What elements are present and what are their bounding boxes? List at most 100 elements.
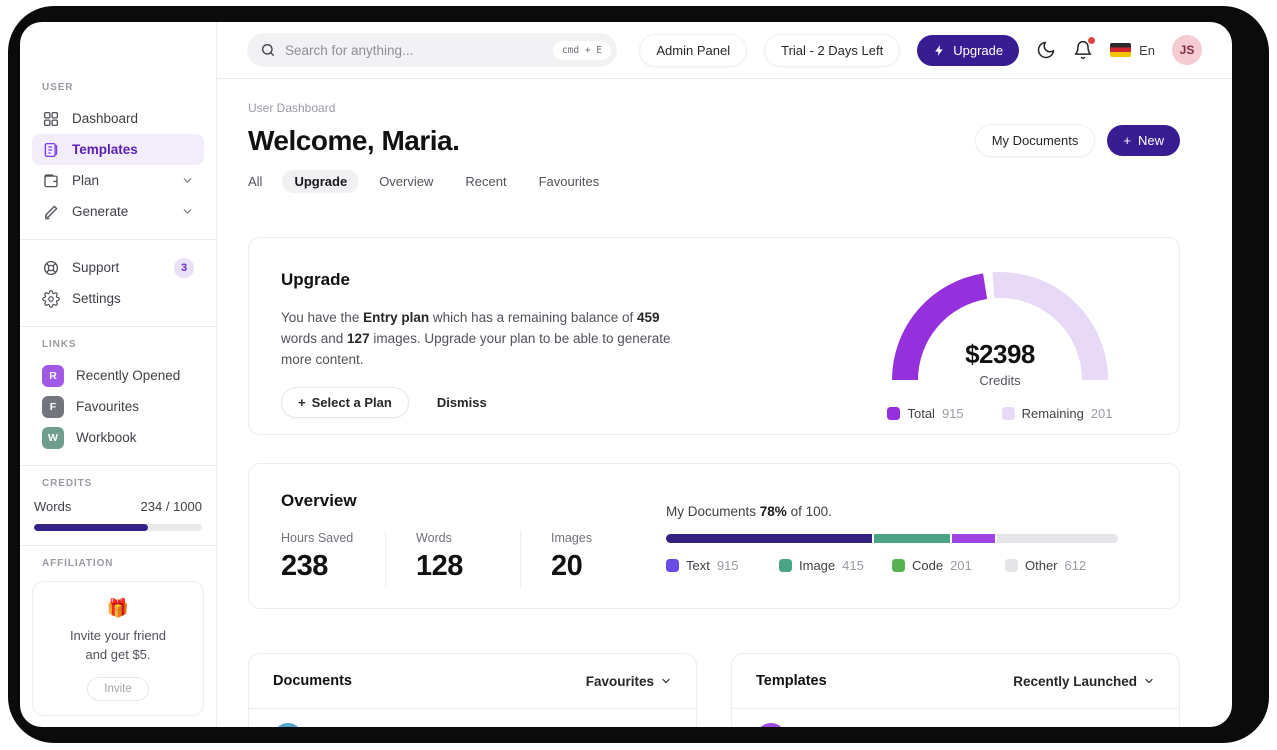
new-button[interactable]: + New	[1107, 125, 1180, 156]
sidebar-item-label: Settings	[72, 291, 121, 306]
search-shortcut-badge: cmd + E	[552, 40, 611, 60]
new-button-label: New	[1137, 133, 1164, 148]
stat-divider	[520, 531, 521, 587]
admin-panel-button[interactable]: Admin Panel	[639, 33, 748, 67]
sidebar-item-settings[interactable]: Settings	[32, 283, 204, 314]
upgrade-card: Upgrade You have the Entry plan which ha…	[248, 237, 1180, 435]
template-row[interactable]: Blog Post Title in Workbook	[732, 709, 1179, 727]
sidebar-item-dashboard[interactable]: Dashboard	[32, 103, 204, 134]
sidebar-link-recently-opened[interactable]: R Recently Opened	[32, 360, 204, 391]
german-flag-icon	[1110, 43, 1132, 57]
stat-hours-saved: Hours Saved 238	[281, 531, 354, 582]
tab-overview[interactable]: Overview	[367, 170, 445, 193]
trial-status-button[interactable]: Trial - 2 Days Left	[764, 33, 901, 67]
gift-icon: 🎁	[106, 598, 130, 618]
credits-words-value: 234 / 1000	[140, 499, 202, 514]
overview-card: Overview Hours Saved 238 Words 128 Image…	[248, 463, 1180, 609]
sidebar-link-favourites[interactable]: F Favourites	[32, 391, 204, 422]
credits-words-label: Words	[34, 499, 72, 514]
legend-swatch	[1005, 559, 1018, 572]
sidebar-section-user-label: USER	[42, 82, 74, 93]
upgrade-button[interactable]: Upgrade	[917, 34, 1020, 66]
link-avatar: F	[42, 395, 64, 418]
breadcrumb: User Dashboard	[248, 101, 336, 115]
tab-recent[interactable]: Recent	[453, 170, 518, 193]
legend-swatch	[892, 559, 905, 572]
sidebar-divider	[20, 465, 216, 466]
sidebar-item-support[interactable]: Support 3	[32, 252, 204, 283]
affiliation-text-line1: Invite your friend	[69, 628, 167, 643]
plus-icon: +	[298, 394, 306, 410]
search-bar[interactable]: cmd + E	[247, 33, 617, 67]
notifications-button[interactable]	[1073, 37, 1096, 60]
legend-item-other: Other 612	[1005, 558, 1118, 573]
sidebar-item-label: Support	[72, 260, 120, 275]
sidebar-link-label: Favourites	[76, 399, 140, 414]
link-avatar: R	[42, 364, 64, 387]
gauge-center-label: Credits	[979, 373, 1021, 388]
gauge-legend: Total 915 Remaining 201	[887, 406, 1113, 421]
search-icon	[262, 44, 274, 56]
legend-item-image: Image 415	[779, 558, 892, 573]
templates-card: Templates Recently Launched Blog Post Ti…	[731, 653, 1180, 727]
documents-card: Documents Favourites Untitled Document i…	[248, 653, 697, 727]
link-avatar: W	[42, 426, 64, 449]
sidebar-link-label: Workbook	[76, 430, 137, 445]
sidebar-link-workbook[interactable]: W Workbook	[32, 422, 204, 453]
sidebar-section-links-label: LINKS	[42, 339, 77, 350]
stat-images: Images 20	[551, 531, 592, 582]
invite-button[interactable]: Invite	[87, 676, 149, 701]
documents-progress-text: My Documents 78% of 100.	[666, 504, 832, 519]
templates-document-icon	[42, 141, 60, 159]
sidebar-divider	[20, 545, 216, 546]
lightning-bolt-icon	[935, 44, 943, 56]
sidebar-item-generate[interactable]: Generate	[32, 196, 204, 227]
sidebar-item-plan[interactable]: Plan	[32, 165, 204, 196]
sidebar-section-credits-label: CREDITS	[42, 478, 93, 489]
stat-words: Words 128	[416, 531, 463, 582]
chevron-down-icon	[1145, 678, 1153, 684]
sidebar-section-affiliation-label: AFFILIATION	[42, 558, 114, 569]
search-input[interactable]	[285, 42, 544, 58]
my-documents-button[interactable]: My Documents	[974, 124, 1096, 157]
upgrade-button-label: Upgrade	[953, 42, 1004, 58]
select-plan-button[interactable]: + Select a Plan	[281, 386, 409, 418]
bar-segment-code	[952, 534, 996, 543]
bar-segment-other	[997, 534, 1118, 543]
sidebar-divider	[20, 239, 216, 240]
tab-upgrade[interactable]: Upgrade	[282, 170, 360, 193]
legend-item-total: Total 915	[887, 406, 964, 421]
upgrade-card-body: You have the Entry plan which has a rema…	[281, 310, 671, 367]
credits-progress-track	[34, 524, 202, 531]
plus-icon: +	[1123, 133, 1131, 148]
tab-favourites[interactable]: Favourites	[527, 170, 612, 193]
credits-progress-fill	[34, 524, 149, 531]
legend-swatch	[887, 407, 901, 420]
sidebar-item-label: Plan	[72, 173, 100, 188]
sidebar-item-templates[interactable]: Templates	[32, 134, 204, 165]
bar-segment-image	[873, 534, 951, 543]
chevron-down-icon	[662, 678, 670, 684]
device-frame: USER Dashboard Templates Plan Generate S…	[8, 6, 1269, 743]
documents-filter-dropdown[interactable]: Favourites	[586, 674, 672, 689]
templates-filter-dropdown[interactable]: Recently Launched	[1013, 674, 1155, 689]
documents-progress: My Documents 78% of 100. Text 915 Image …	[666, 504, 1118, 573]
language-selector[interactable]: En	[1110, 43, 1155, 58]
legend-swatch	[666, 559, 679, 572]
filter-tabs: All Upgrade Overview Recent Favourites	[236, 170, 1180, 193]
dismiss-button[interactable]: Dismiss	[437, 395, 487, 410]
stacked-bar-chart	[666, 534, 1118, 543]
user-avatar[interactable]: JS	[1172, 35, 1202, 65]
select-plan-label: Select a Plan	[311, 394, 392, 410]
document-row[interactable]: Untitled Document in Workbook	[249, 709, 696, 727]
dark-mode-toggle[interactable]	[1036, 40, 1056, 60]
legend-item-text: Text 915	[666, 558, 779, 573]
chevron-down-icon	[181, 174, 194, 187]
bar-legend: Text 915 Image 415 Code 201 Other 612	[666, 558, 1118, 573]
dashboard-grid-icon	[42, 110, 60, 128]
document-avatar	[273, 723, 303, 727]
stat-divider	[385, 531, 386, 587]
page-title: Welcome, Maria.	[248, 124, 460, 156]
tab-all[interactable]: All	[236, 170, 274, 193]
bar-segment-text	[666, 534, 872, 543]
